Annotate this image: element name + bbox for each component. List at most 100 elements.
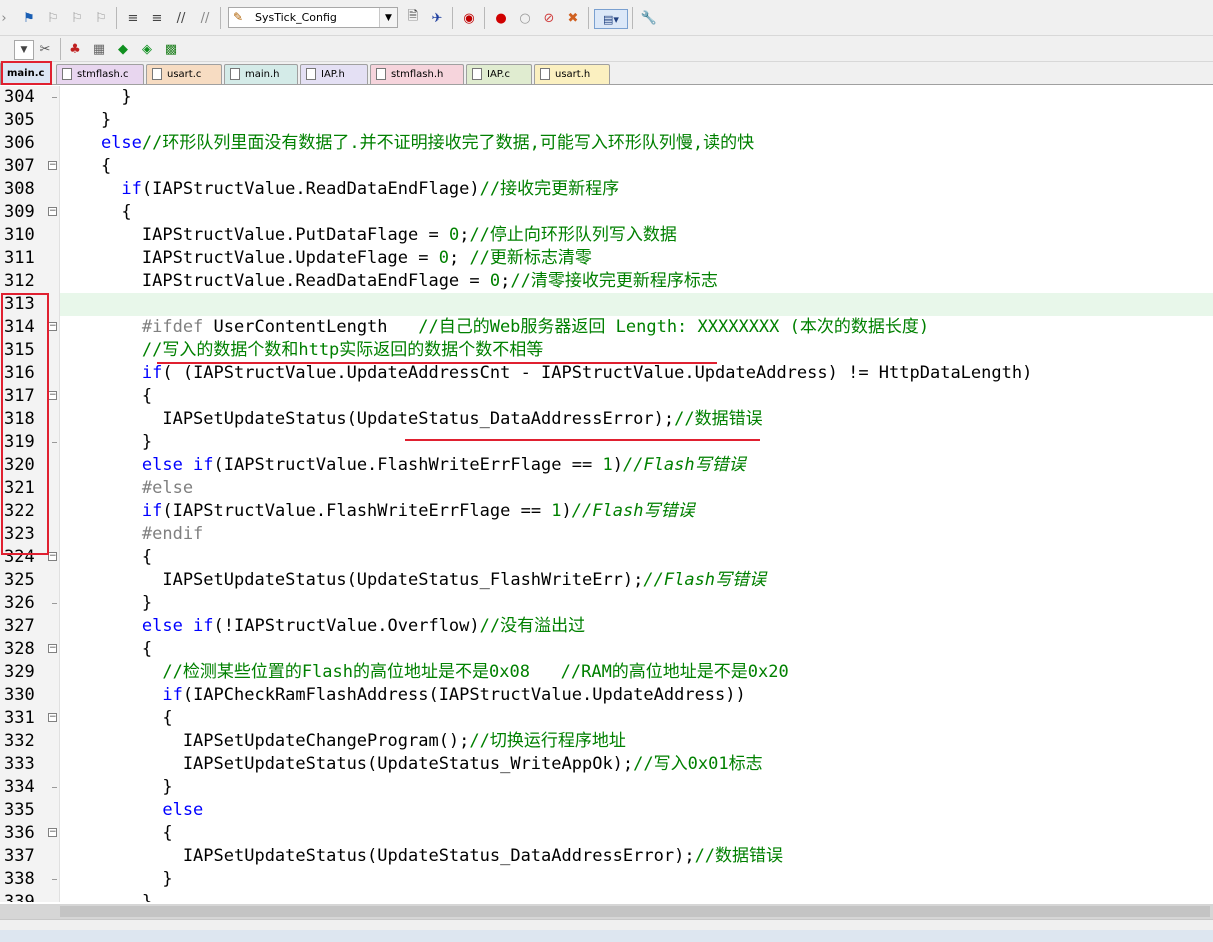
code-text: #ifdef UserContentLength //自己的Web服务器返回 L…	[60, 316, 929, 339]
code-text: IAPStructValue.PutDataFlage = 0;//停止向环形队…	[60, 224, 677, 247]
bookmark-prev-icon[interactable]: ⚐	[44, 9, 62, 27]
fold-collapse-icon[interactable]: −	[48, 391, 57, 400]
code-line[interactable]: 305 }	[0, 109, 1213, 132]
outdent-icon[interactable]: ≡	[148, 9, 166, 27]
uncomment-icon[interactable]: //	[196, 9, 214, 27]
code-text: IAPSetUpdateStatus(UpdateStatus_FlashWri…	[60, 569, 766, 592]
code-line[interactable]: 313	[0, 293, 1213, 316]
code-line[interactable]: 322 if(IAPStructValue.FlashWriteErrFlage…	[0, 500, 1213, 523]
line-number: 332	[0, 730, 46, 753]
code-line[interactable]: 336− {	[0, 822, 1213, 845]
code-line[interactable]: 331− {	[0, 707, 1213, 730]
fold-gutter	[46, 270, 60, 293]
code-line[interactable]: 328− {	[0, 638, 1213, 661]
manage-components-icon[interactable]: ▩	[162, 40, 180, 58]
tab-main-h[interactable]: main.h	[224, 64, 298, 84]
code-line[interactable]: 314− #ifdef UserContentLength //自己的Web服务…	[0, 316, 1213, 339]
comment-icon[interactable]: //	[172, 9, 190, 27]
chevron-down-icon[interactable]: ▼	[14, 40, 34, 60]
fold-end-icon	[52, 442, 57, 443]
breakpoint-disable-icon[interactable]: ⊘	[540, 9, 558, 27]
code-line[interactable]: 333 IAPSetUpdateStatus(UpdateStatus_Writ…	[0, 753, 1213, 776]
code-line[interactable]: 309− {	[0, 201, 1213, 224]
find-in-files-icon[interactable]: 🗎	[404, 9, 422, 27]
code-line[interactable]: 320 else if(IAPStructValue.FlashWriteErr…	[0, 454, 1213, 477]
fold-collapse-icon[interactable]: −	[48, 713, 57, 722]
tab-usart-c[interactable]: usart.c	[146, 64, 222, 84]
code-line[interactable]: 312 IAPStructValue.ReadDataEndFlage = 0;…	[0, 270, 1213, 293]
code-line[interactable]: 339 }	[0, 891, 1213, 902]
breakpoint-kill-icon[interactable]: ✖	[564, 9, 582, 27]
code-line[interactable]: 311 IAPStructValue.UpdateFlage = 0; //更新…	[0, 247, 1213, 270]
fold-collapse-icon[interactable]: −	[48, 322, 57, 331]
fold-collapse-icon[interactable]: −	[48, 552, 57, 561]
code-line[interactable]: 317− {	[0, 385, 1213, 408]
window-layout-icon[interactable]: ▤▾	[594, 9, 628, 29]
tab-iap-h[interactable]: IAP.h	[300, 64, 368, 84]
configure-icon[interactable]: 🔧	[640, 9, 658, 27]
rebuild-icon[interactable]: ◆	[114, 40, 132, 58]
code-line[interactable]: 315 //写入的数据个数和http实际返回的数据个数不相等	[0, 339, 1213, 362]
translate-icon[interactable]: ♣	[66, 40, 84, 58]
code-token: else	[60, 133, 142, 153]
indent-icon[interactable]: ≡	[124, 9, 142, 27]
code-line[interactable]: 307− {	[0, 155, 1213, 178]
fold-gutter	[46, 684, 60, 707]
code-line[interactable]: 304 }	[0, 86, 1213, 109]
code-line[interactable]: 329 //检测某些位置的Flash的高位地址是不是0x08 //RAM的高位地…	[0, 661, 1213, 684]
bookmark-clear-icon[interactable]: ⚐	[92, 9, 110, 27]
fold-collapse-icon[interactable]: −	[48, 828, 57, 837]
code-line[interactable]: 324− {	[0, 546, 1213, 569]
chevron-down-icon[interactable]: ▼	[379, 8, 397, 27]
scrollbar-thumb[interactable]	[60, 906, 1210, 917]
download-icon[interactable]: ◈	[138, 40, 156, 58]
incremental-find-icon[interactable]: ✈	[428, 9, 446, 27]
fold-gutter	[46, 730, 60, 753]
bookmark-toggle-icon[interactable]: ⚑	[20, 9, 38, 27]
code-line[interactable]: 326 }	[0, 592, 1213, 615]
breakpoint-enable-icon[interactable]: ○	[516, 9, 534, 27]
code-token: {	[60, 639, 153, 659]
tab-iap-c[interactable]: IAP.c	[466, 64, 532, 84]
code-line[interactable]: 316 if( (IAPStructValue.UpdateAddressCnt…	[0, 362, 1213, 385]
fold-gutter	[46, 178, 60, 201]
fold-collapse-icon[interactable]: −	[48, 161, 57, 170]
code-line[interactable]: 334 }	[0, 776, 1213, 799]
debug-start-icon[interactable]: ◉	[460, 9, 478, 27]
code-token: }	[60, 777, 173, 797]
fold-collapse-icon[interactable]: −	[48, 207, 57, 216]
horizontal-scrollbar[interactable]	[0, 904, 1213, 919]
code-token: (IAPStructValue.FlashWriteErrFlage ==	[162, 501, 552, 521]
target-combo[interactable]: ✎ SysTick_Config ▼	[228, 7, 398, 28]
code-line[interactable]: 330 if(IAPCheckRamFlashAddress(IAPStruct…	[0, 684, 1213, 707]
code-line[interactable]: 327 else if(!IAPStructValue.Overflow)//没…	[0, 615, 1213, 638]
breakpoint-insert-icon[interactable]: ●	[492, 9, 510, 27]
code-line[interactable]: 306 else//环形队列里面没有数据了.并不证明接收完了数据,可能写入环形队…	[0, 132, 1213, 155]
file-icon	[152, 68, 162, 80]
code-line[interactable]: 323 #endif	[0, 523, 1213, 546]
code-editor[interactable]: 304 } 305 } 306 else//环形队列里面没有数据了.并不证明接收完了…	[0, 86, 1213, 902]
code-token: )	[561, 501, 572, 521]
bookmark-next-icon[interactable]: ⚐	[68, 9, 86, 27]
code-token: (IAPCheckRamFlashAddress(IAPStructValue.…	[182, 685, 746, 705]
code-line[interactable]: 337 IAPSetUpdateStatus(UpdateStatus_Data…	[0, 845, 1213, 868]
target-options-icon[interactable]: ✂	[36, 40, 54, 58]
code-text: }	[60, 431, 152, 454]
tab-stmflash-c[interactable]: stmflash.c	[56, 64, 144, 84]
code-line[interactable]: 338 }	[0, 868, 1213, 891]
code-line[interactable]: 319 }	[0, 431, 1213, 454]
code-line[interactable]: 308 if(IAPStructValue.ReadDataEndFlage)/…	[0, 178, 1213, 201]
build-icon[interactable]: ▦	[90, 40, 108, 58]
tab-usart-h[interactable]: usart.h	[534, 64, 610, 84]
code-line[interactable]: 325 IAPSetUpdateStatus(UpdateStatus_Flas…	[0, 569, 1213, 592]
code-line[interactable]: 321 #else	[0, 477, 1213, 500]
code-line[interactable]: 335 else	[0, 799, 1213, 822]
code-token: //Flash写错误	[571, 501, 695, 521]
fold-collapse-icon[interactable]: −	[48, 644, 57, 653]
tab-label: IAP.c	[487, 69, 510, 80]
code-line[interactable]: 310 IAPStructValue.PutDataFlage = 0;//停止…	[0, 224, 1213, 247]
code-line[interactable]: 318 IAPSetUpdateStatus(UpdateStatus_Data…	[0, 408, 1213, 431]
tab-stmflash-h[interactable]: stmflash.h	[370, 64, 464, 84]
code-line[interactable]: 332 IAPSetUpdateChangeProgram();//切换运行程序…	[0, 730, 1213, 753]
fold-gutter	[46, 132, 60, 155]
